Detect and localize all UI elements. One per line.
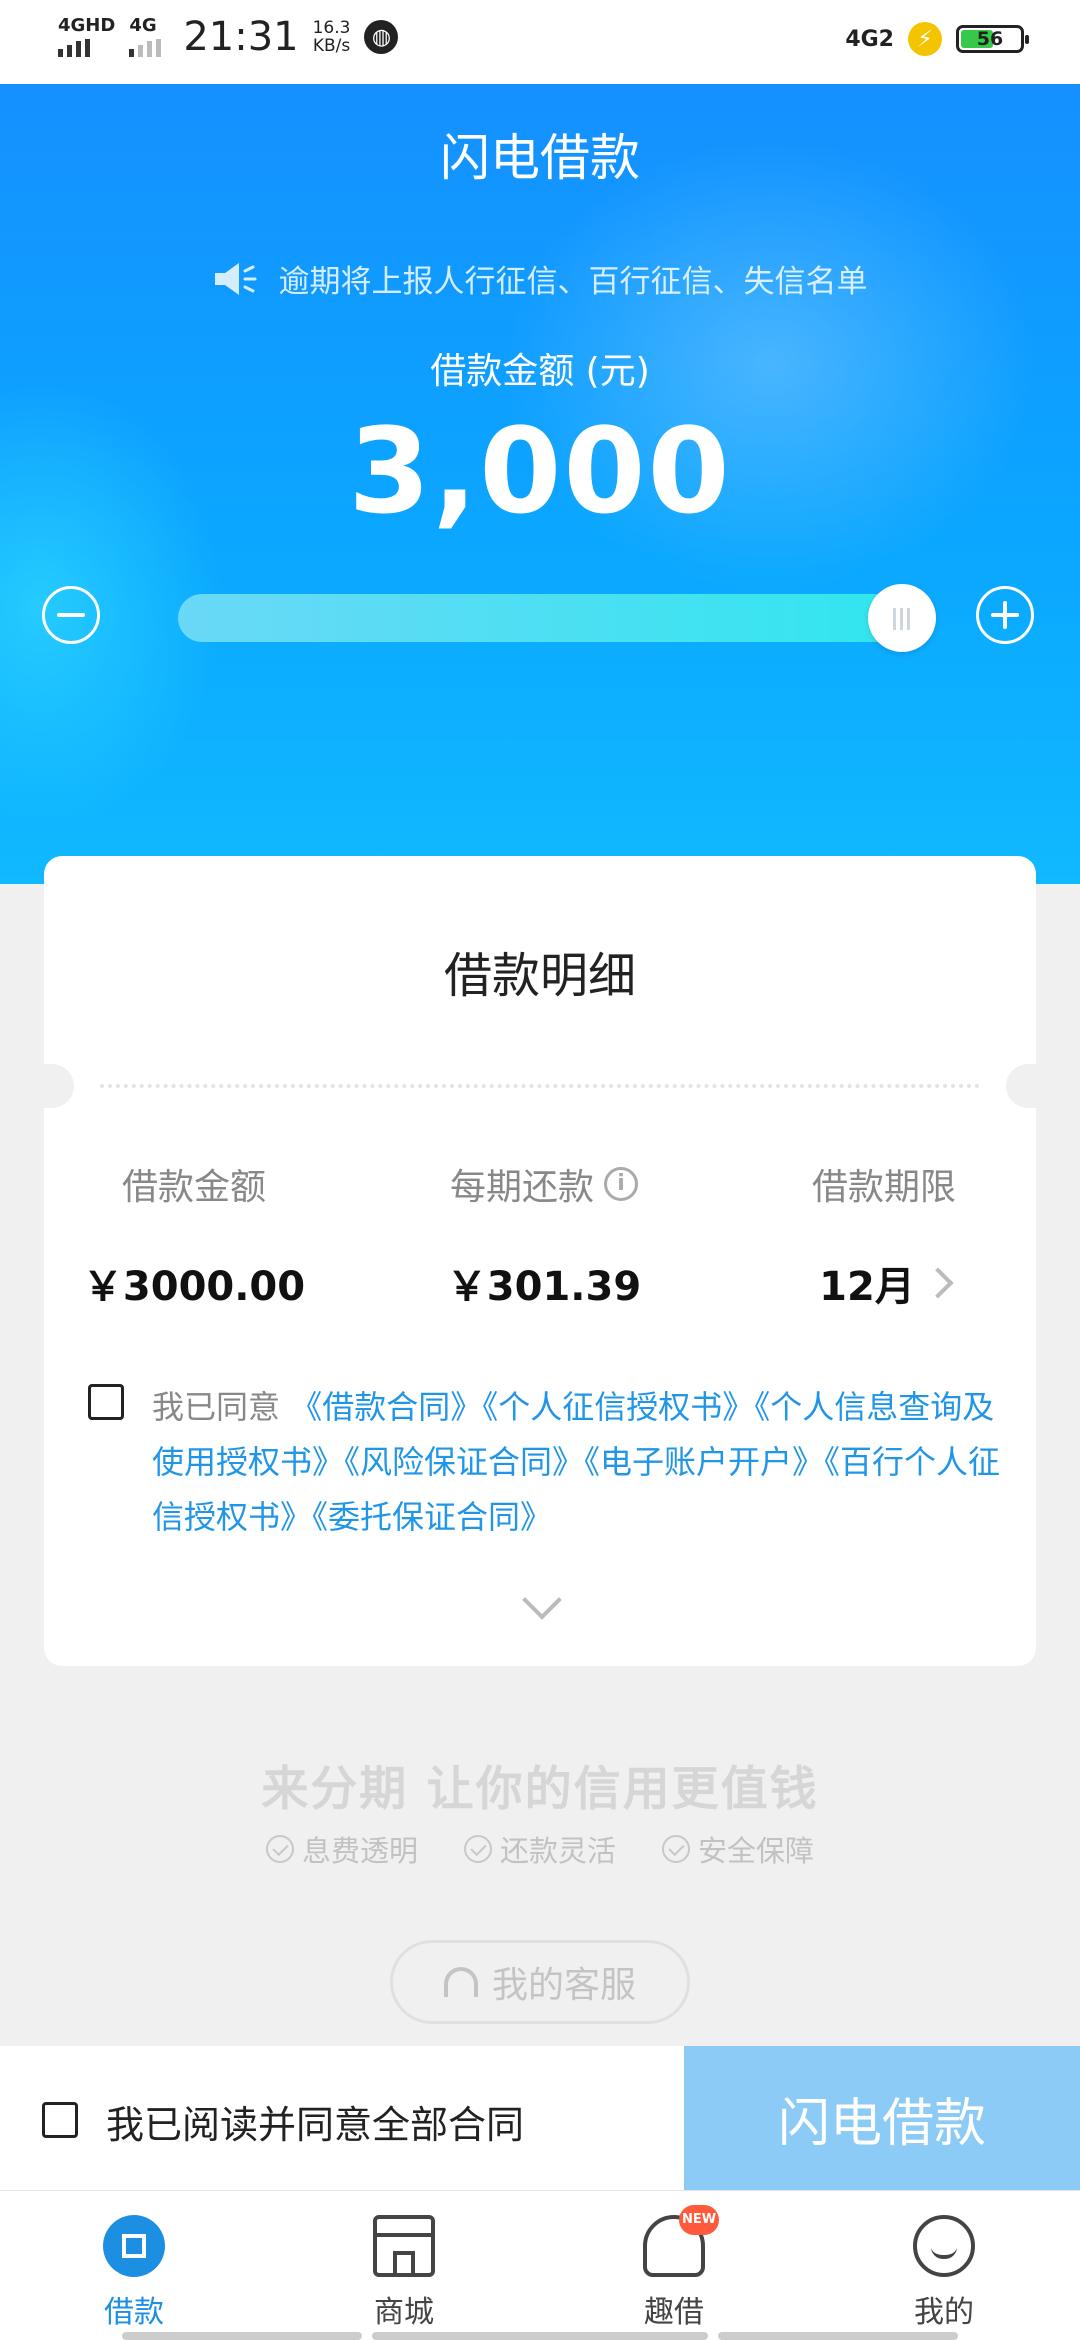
tab-fun-label: 趣借 (644, 2295, 704, 2330)
amount-label: 借款金额 (元) (430, 351, 650, 392)
net-speed: 16.3 KB/s (313, 19, 351, 55)
tab-loan-label: 借款 (104, 2295, 164, 2330)
speaker-icon (214, 262, 256, 295)
charging-bolt-icon: ⚡ (908, 22, 942, 56)
signal-bars-2-icon (129, 39, 162, 57)
home-indicator-left (122, 2332, 362, 2340)
detail-amount-value: ￥3000.00 (82, 1264, 306, 1310)
detail-installment: 每期还款 i ￥301.39 (404, 1158, 684, 1312)
dotted-divider (100, 1084, 980, 1088)
tab-fun[interactable]: NEW 趣借 (604, 2205, 744, 2331)
detail-term-value: 12月 (819, 1264, 915, 1310)
feature-list: 息费透明 还款灵活 安全保障 (0, 1828, 1080, 1870)
detail-term-label: 借款期限 (811, 1167, 956, 1208)
check-circle-icon (662, 1835, 690, 1863)
amount-slider-handle[interactable] (868, 584, 936, 652)
check-circle-icon (463, 1835, 492, 1863)
notice-text: 逾期将上报人行征信、百行征信、失信名单 (278, 264, 868, 300)
feature-label: 还款灵活 (499, 1834, 616, 1868)
feature-item: 安全保障 (662, 1828, 814, 1870)
tab-shop[interactable]: 商城 (334, 2215, 474, 2331)
expand-chevron-down-icon[interactable] (522, 1580, 562, 1620)
shop-icon (373, 2215, 435, 2277)
battery-percent: 56 (976, 28, 1004, 50)
agree-all-checkbox[interactable] (42, 2102, 78, 2138)
loan-icon (103, 2215, 165, 2277)
signal-bars-icon (58, 39, 115, 57)
status-left: 4GHD 4G 21:31 16.3 KB/s ◍ (58, 14, 399, 60)
bottom-action-bar: 我已阅读并同意全部合同 闪电借款 (0, 2046, 1080, 2190)
signal-1: 4GHD (58, 17, 115, 57)
battery-icon: 56 (956, 25, 1029, 53)
agreement-checkbox[interactable] (88, 1384, 124, 1420)
feature-item: 息费透明 (265, 1828, 418, 1870)
agreement-prefix: 我已同意 (152, 1388, 281, 1426)
tab-loan[interactable]: 借款 (64, 2215, 204, 2331)
fun-icon: NEW (643, 2205, 719, 2277)
globe-icon: ◍ (364, 20, 399, 54)
network-label-2: 4G (129, 15, 157, 36)
detail-installment-label-row: 每期还款 i (404, 1158, 684, 1210)
detail-amount: 借款金额 ￥3000.00 (74, 1158, 314, 1312)
detail-amount-label: 借款金额 (121, 1167, 266, 1208)
amount-slider-track[interactable] (178, 594, 926, 642)
slogan: 来分期 让你的信用更值钱 (261, 1762, 819, 1817)
tab-profile[interactable]: 我的 (874, 2215, 1014, 2331)
hero-section: 闪电借款 逾期将上报人行征信、百行征信、失信名单 借款金额 (元) 3,000 (0, 84, 1080, 884)
agree-all-label[interactable]: 我已阅读并同意全部合同 (106, 2094, 524, 2149)
card-title: 借款明细 (443, 948, 636, 1004)
page-title: 闪电借款 (440, 129, 640, 187)
tab-bar: 借款 商城 NEW 趣借 我的 (0, 2190, 1080, 2340)
card-notch-left (14, 1064, 74, 1108)
decrease-amount-button[interactable] (42, 586, 100, 644)
headset-icon (443, 1967, 478, 1997)
new-badge: NEW (679, 2205, 719, 2235)
clock: 21:31 (183, 14, 299, 60)
increase-amount-button[interactable] (976, 586, 1034, 644)
agreement-links[interactable]: 《借款合同》《个人征信授权书》《个人信息查询及使用授权书》《风险保证合同》《电子… (152, 1388, 1000, 1536)
feature-label: 息费透明 (301, 1834, 418, 1868)
loan-amount: 3,000 (348, 402, 732, 540)
detail-term[interactable]: 借款期限 12月 (764, 1158, 1004, 1312)
home-indicator-center (372, 2332, 708, 2340)
home-indicator-right (718, 2332, 958, 2340)
status-right: 4G2 ⚡ 56 (845, 22, 1029, 56)
network-label-1: 4GHD (58, 15, 116, 36)
borrow-button[interactable]: 闪电借款 (684, 2046, 1080, 2190)
agreement-text: 我已同意 《借款合同》《个人征信授权书》《个人信息查询及使用授权书》《风险保证合… (152, 1380, 1012, 1545)
signal-2: 4G (129, 15, 162, 57)
net-speed-unit: KB/s (312, 36, 351, 56)
profile-icon (913, 2215, 975, 2277)
detail-installment-value: ￥301.39 (446, 1264, 642, 1310)
customer-service-button[interactable]: 我的客服 (390, 1940, 690, 2024)
customer-service-label: 我的客服 (491, 1965, 636, 2006)
network-label-right: 4G2 (845, 26, 894, 52)
tab-shop-label: 商城 (374, 2295, 434, 2330)
loan-detail-card: 借款明细 借款金额 ￥3000.00 每期还款 i ￥301.39 借款期限 1… (14, 856, 1066, 1666)
detail-installment-label: 每期还款 (449, 1167, 594, 1208)
feature-item: 还款灵活 (463, 1828, 616, 1870)
info-icon[interactable]: i (604, 1167, 638, 1201)
card-notch-right (1006, 1064, 1066, 1108)
feature-label: 安全保障 (698, 1834, 815, 1868)
check-circle-icon (265, 1835, 294, 1863)
tab-profile-label: 我的 (914, 2295, 974, 2330)
chevron-right-icon (922, 1267, 954, 1299)
overdue-notice: 逾期将上报人行征信、百行征信、失信名单 (0, 256, 1080, 301)
net-speed-value: 16.3 (312, 18, 351, 38)
status-bar: 4GHD 4G 21:31 16.3 KB/s ◍ 4G2 ⚡ 56 (0, 0, 1080, 84)
detail-term-value-row[interactable]: 12月 (764, 1254, 1004, 1312)
